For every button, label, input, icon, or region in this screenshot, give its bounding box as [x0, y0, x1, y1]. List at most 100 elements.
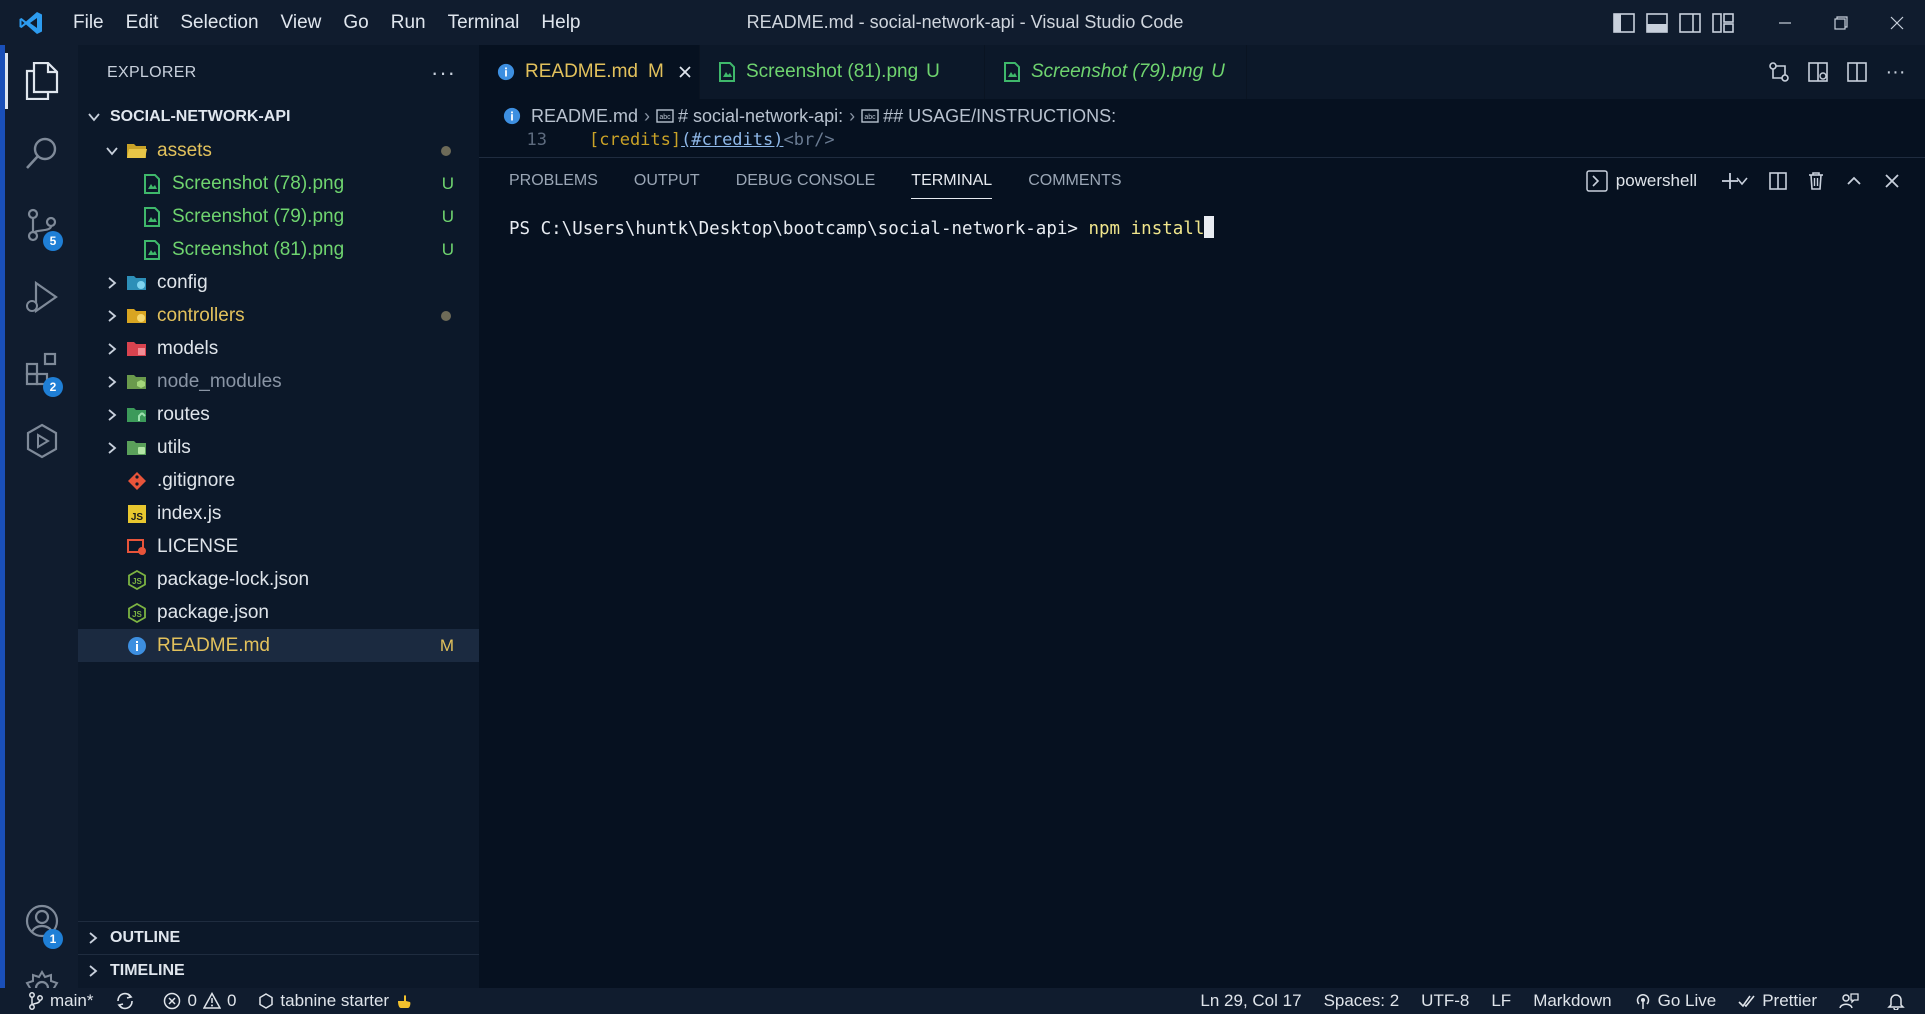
- remote-explorer-icon[interactable]: [5, 405, 78, 477]
- breadcrumb-heading-2[interactable]: ## USAGE/INSTRUCTIONS:: [883, 106, 1116, 127]
- html-tag: <br/>: [783, 130, 835, 150]
- file-screenshot-81[interactable]: Screenshot (81).png U: [78, 233, 479, 266]
- run-debug-icon[interactable]: [5, 261, 78, 333]
- file-screenshot-79[interactable]: Screenshot (79).png U: [78, 200, 479, 233]
- tabnine-status[interactable]: tabnine starter: [258, 991, 419, 1011]
- branch-status[interactable]: main*: [28, 991, 93, 1011]
- trash-icon[interactable]: [1797, 171, 1835, 191]
- minimize-button[interactable]: [1757, 0, 1813, 45]
- cursor-position[interactable]: Ln 29, Col 17: [1200, 991, 1301, 1011]
- menu-run[interactable]: Run: [380, 0, 437, 45]
- file-index-js[interactable]: JS index.js: [78, 497, 479, 530]
- editor-tabs: README.md M Screenshot (81).png U Screen…: [479, 45, 1925, 99]
- git-branch-icon: [29, 992, 43, 1010]
- encoding[interactable]: UTF-8: [1421, 991, 1469, 1011]
- menu-file[interactable]: File: [62, 0, 115, 45]
- close-window-button[interactable]: [1869, 0, 1925, 45]
- go-live-button[interactable]: Go Live: [1634, 991, 1716, 1011]
- chevron-right-icon: ›: [849, 105, 856, 126]
- file-package-lock-json[interactable]: JS package-lock.json: [78, 563, 479, 596]
- open-preview-icon[interactable]: [1798, 61, 1837, 83]
- explorer-icon[interactable]: [5, 45, 78, 117]
- more-actions-icon[interactable]: ···: [1876, 61, 1915, 84]
- tab-output[interactable]: OUTPUT: [634, 158, 700, 203]
- split-editor-icon[interactable]: [1837, 61, 1876, 83]
- feedback-icon[interactable]: [1839, 992, 1865, 1010]
- folder-routes[interactable]: routes: [78, 398, 479, 431]
- restore-button[interactable]: [1813, 0, 1869, 45]
- problems-status[interactable]: 0 0: [163, 991, 236, 1011]
- close-panel-icon[interactable]: [1873, 173, 1911, 189]
- folder-config-icon: [126, 272, 148, 294]
- file-gitignore[interactable]: .gitignore: [78, 464, 479, 497]
- source-control-icon[interactable]: 5: [5, 189, 78, 261]
- folder-assets[interactable]: assets: [78, 134, 479, 167]
- terminal-command: npm install: [1088, 219, 1205, 239]
- folder-config[interactable]: config: [78, 266, 479, 299]
- open-changes-icon[interactable]: [1759, 61, 1798, 83]
- link-target[interactable]: (#credits): [681, 130, 783, 150]
- folder-open-icon: [126, 140, 148, 162]
- chevron-down-icon: [104, 143, 120, 159]
- terminal-prompt: PS C:\Users\huntk\Desktop\bootcamp\socia…: [509, 219, 1089, 239]
- image-file-icon: [141, 173, 163, 195]
- tab-readme[interactable]: README.md M: [479, 45, 700, 99]
- chevron-down-icon: [86, 109, 102, 125]
- menu-terminal[interactable]: Terminal: [437, 0, 531, 45]
- tab-terminal[interactable]: TERMINAL: [911, 158, 992, 203]
- language-mode[interactable]: Markdown: [1533, 991, 1611, 1011]
- explorer-more-actions-icon[interactable]: ···: [431, 60, 456, 86]
- terminal-shell-selector[interactable]: powershell: [1585, 169, 1697, 192]
- toggle-secondary-sidebar-icon[interactable]: [1673, 0, 1706, 45]
- chevron-right-icon: [104, 308, 120, 324]
- tab-comments[interactable]: COMMENTS: [1028, 158, 1121, 203]
- indentation[interactable]: Spaces: 2: [1324, 991, 1400, 1011]
- breadcrumb-file[interactable]: README.md: [531, 106, 638, 127]
- folder-models[interactable]: models: [78, 332, 479, 365]
- breadcrumb-heading-1[interactable]: # social-network-api:: [678, 106, 843, 127]
- outline-section[interactable]: OUTLINE: [78, 921, 479, 954]
- warning-icon: [202, 992, 221, 1009]
- menu-go[interactable]: Go: [332, 0, 379, 45]
- toggle-primary-sidebar-icon[interactable]: [1607, 0, 1640, 45]
- workspace-root[interactable]: SOCIAL-NETWORK-API: [78, 100, 479, 134]
- string-symbol-icon: abc: [861, 109, 879, 123]
- toggle-panel-icon[interactable]: [1640, 0, 1673, 45]
- chevron-right-icon: [86, 964, 102, 978]
- extensions-icon[interactable]: 2: [5, 333, 78, 405]
- tab-screenshot-79[interactable]: Screenshot (79).png U: [985, 45, 1247, 99]
- sync-icon[interactable]: [115, 992, 141, 1010]
- tab-screenshot-81[interactable]: Screenshot (81).png U: [700, 45, 985, 99]
- folder-node-modules[interactable]: node_modules: [78, 365, 479, 398]
- accounts-icon[interactable]: 1: [5, 885, 78, 957]
- close-tab-icon[interactable]: [678, 65, 692, 79]
- chevron-down-icon[interactable]: [1735, 174, 1749, 188]
- modified-dot: [441, 310, 451, 321]
- maximize-panel-icon[interactable]: [1835, 172, 1873, 190]
- folder-utils[interactable]: utils: [78, 431, 479, 464]
- terminal-icon: [1585, 169, 1608, 192]
- file-readme-md[interactable]: README.md M: [78, 629, 479, 662]
- editor-area: README.md M Screenshot (81).png U Screen…: [479, 45, 1925, 988]
- tab-debug-console[interactable]: DEBUG CONSOLE: [736, 158, 876, 203]
- search-icon[interactable]: [5, 117, 78, 189]
- bottom-panel: PROBLEMS OUTPUT DEBUG CONSOLE TERMINAL C…: [479, 157, 1925, 988]
- code-line[interactable]: 13 [credits](#credits)<br/>: [479, 127, 1925, 153]
- end-of-line[interactable]: LF: [1491, 991, 1511, 1011]
- split-terminal-icon[interactable]: [1759, 171, 1797, 191]
- timeline-section[interactable]: TIMELINE: [78, 954, 479, 987]
- menu-selection[interactable]: Selection: [169, 0, 269, 45]
- menu-view[interactable]: View: [270, 0, 333, 45]
- notifications-bell-icon[interactable]: [1887, 992, 1911, 1010]
- folder-controllers[interactable]: controllers: [78, 299, 479, 332]
- menu-edit[interactable]: Edit: [115, 0, 170, 45]
- tab-problems[interactable]: PROBLEMS: [509, 158, 598, 203]
- file-license[interactable]: LICENSE: [78, 530, 479, 563]
- customize-layout-icon[interactable]: [1706, 0, 1739, 45]
- file-screenshot-78[interactable]: Screenshot (78).png U: [78, 167, 479, 200]
- info-icon: [126, 635, 148, 657]
- prettier-status[interactable]: Prettier: [1738, 991, 1817, 1011]
- file-package-json[interactable]: JS package.json: [78, 596, 479, 629]
- folder-utils-icon: [126, 437, 148, 459]
- terminal-output[interactable]: PS C:\Users\huntk\Desktop\bootcamp\socia…: [509, 216, 1215, 239]
